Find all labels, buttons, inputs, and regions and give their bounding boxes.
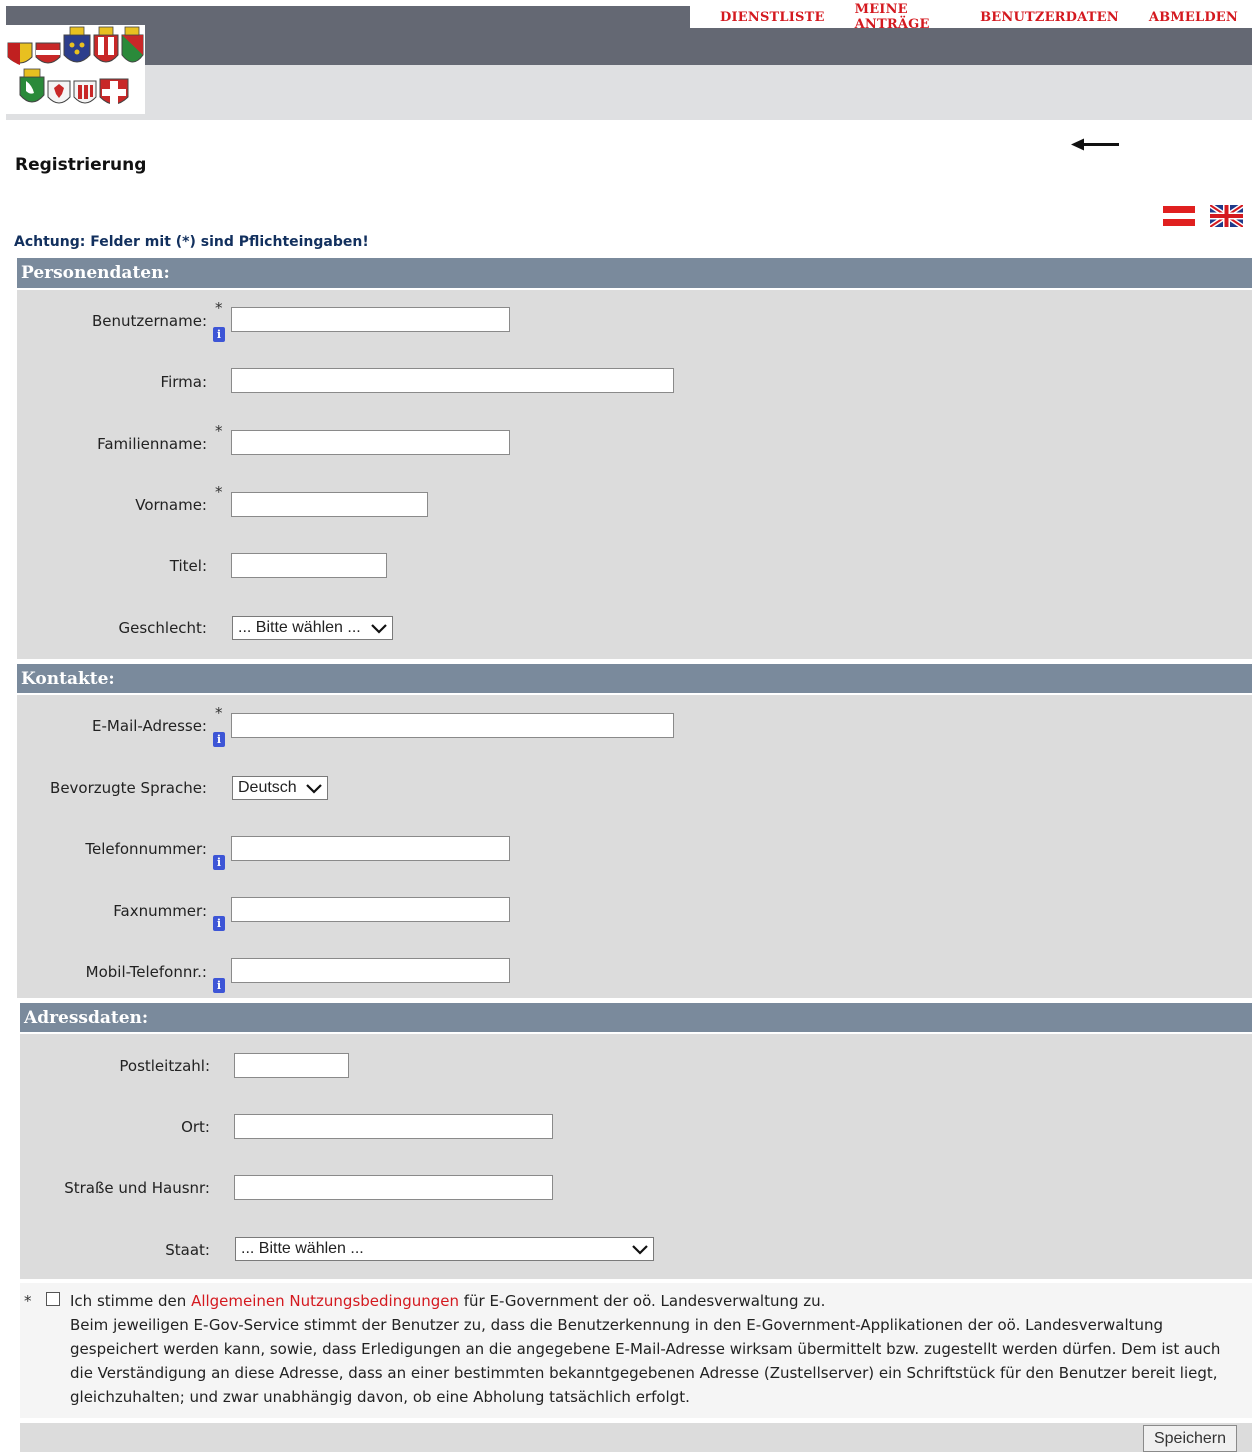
fax-label: Faxnummer: [113,902,207,920]
chevron-down-icon [632,1245,648,1255]
uk-flag-icon[interactable] [1208,202,1245,230]
geschlecht-label: Geschlecht: [118,619,207,637]
section-header-adressdaten: Adressdaten: [20,1003,1252,1032]
back-arrow-icon[interactable] [1070,135,1120,155]
fax-input[interactable] [231,897,510,922]
strasse-input[interactable] [234,1175,553,1200]
geschlecht-select[interactable]: ... Bitte wählen ... [232,616,393,640]
plz-input[interactable] [234,1053,349,1078]
telefon-label: Telefonnummer: [85,840,207,858]
ort-label: Ort: [181,1118,210,1136]
mobil-label: Mobil-Telefonnr.: [85,963,207,981]
firma-label: Firma: [160,373,207,391]
required-asterisk: * [215,299,223,317]
section-body-personendaten [17,290,1252,659]
mobil-input[interactable] [231,958,510,983]
page-title: Registrierung [15,155,147,175]
consent-prefix: Ich stimme den [70,1292,192,1310]
terms-link[interactable]: Allgemeinen Nutzungsbedingungen [191,1292,459,1310]
strasse-label: Straße und Hausnr: [64,1179,210,1197]
titel-input[interactable] [231,553,387,578]
benutzername-label: Benutzername: [91,312,207,330]
required-asterisk: * [215,483,223,501]
email-input[interactable] [231,713,674,738]
ort-input[interactable] [234,1114,553,1139]
consent-body: Beim jeweiligen E-Gov-Service stimmt der… [70,1316,1221,1406]
chevron-down-icon [371,624,387,634]
coats-of-arms-logo [6,25,145,114]
nav-meine-antraege[interactable]: MEINE ANTRÄGE [855,2,950,32]
nav-abmelden[interactable]: ABMELDEN [1149,10,1238,25]
required-asterisk: * [24,1292,32,1310]
section-header-kontakte: Kontakte: [17,664,1252,693]
header-subbar [6,65,1252,120]
austria-flag-icon[interactable] [1163,206,1195,226]
footer-bar [20,1423,1252,1452]
familienname-input[interactable] [231,430,510,455]
firma-input[interactable] [231,368,674,393]
chevron-down-icon [306,784,322,794]
consent-text: Ich stimme den Allgemeinen Nutzungsbedin… [70,1289,1240,1409]
staat-label: Staat: [165,1241,210,1259]
section-header-personendaten: Personendaten: [17,258,1252,288]
familienname-label: Familienname: [97,435,207,453]
plz-label: Postleitzahl: [119,1057,210,1075]
nav-dienstliste[interactable]: DIENSTLISTE [720,10,825,25]
vorname-label: Vorname: [135,496,207,514]
terms-checkbox[interactable] [46,1292,60,1306]
required-fields-notice: Achtung: Felder mit (*) sind Pflichteing… [14,234,369,250]
info-icon[interactable]: i [213,327,225,342]
required-asterisk: * [215,422,223,440]
geschlecht-selected-value: ... Bitte wählen ... [238,619,361,636]
info-icon[interactable]: i [213,732,225,747]
staat-select[interactable]: ... Bitte wählen ... [235,1237,654,1261]
sprache-selected-value: Deutsch [238,779,297,796]
email-label: E-Mail-Adresse: [92,717,207,735]
titel-label: Titel: [169,557,207,575]
vorname-input[interactable] [231,492,428,517]
required-asterisk: * [215,704,223,722]
info-icon[interactable]: i [213,978,225,993]
sprache-label: Bevorzugte Sprache: [50,779,207,797]
telefon-input[interactable] [231,836,510,861]
info-icon[interactable]: i [213,916,225,931]
top-nav: DIENSTLISTE MEINE ANTRÄGE BENUTZERDATEN … [690,2,1252,32]
save-button[interactable]: Speichern [1143,1425,1237,1452]
sprache-select[interactable]: Deutsch [232,776,328,800]
nav-benutzerdaten[interactable]: BENUTZERDATEN [980,10,1119,25]
benutzername-input[interactable] [231,307,510,332]
info-icon[interactable]: i [213,855,225,870]
consent-suffix: für E-Government der oö. Landesverwaltun… [459,1292,826,1310]
staat-selected-value: ... Bitte wählen ... [241,1240,364,1257]
